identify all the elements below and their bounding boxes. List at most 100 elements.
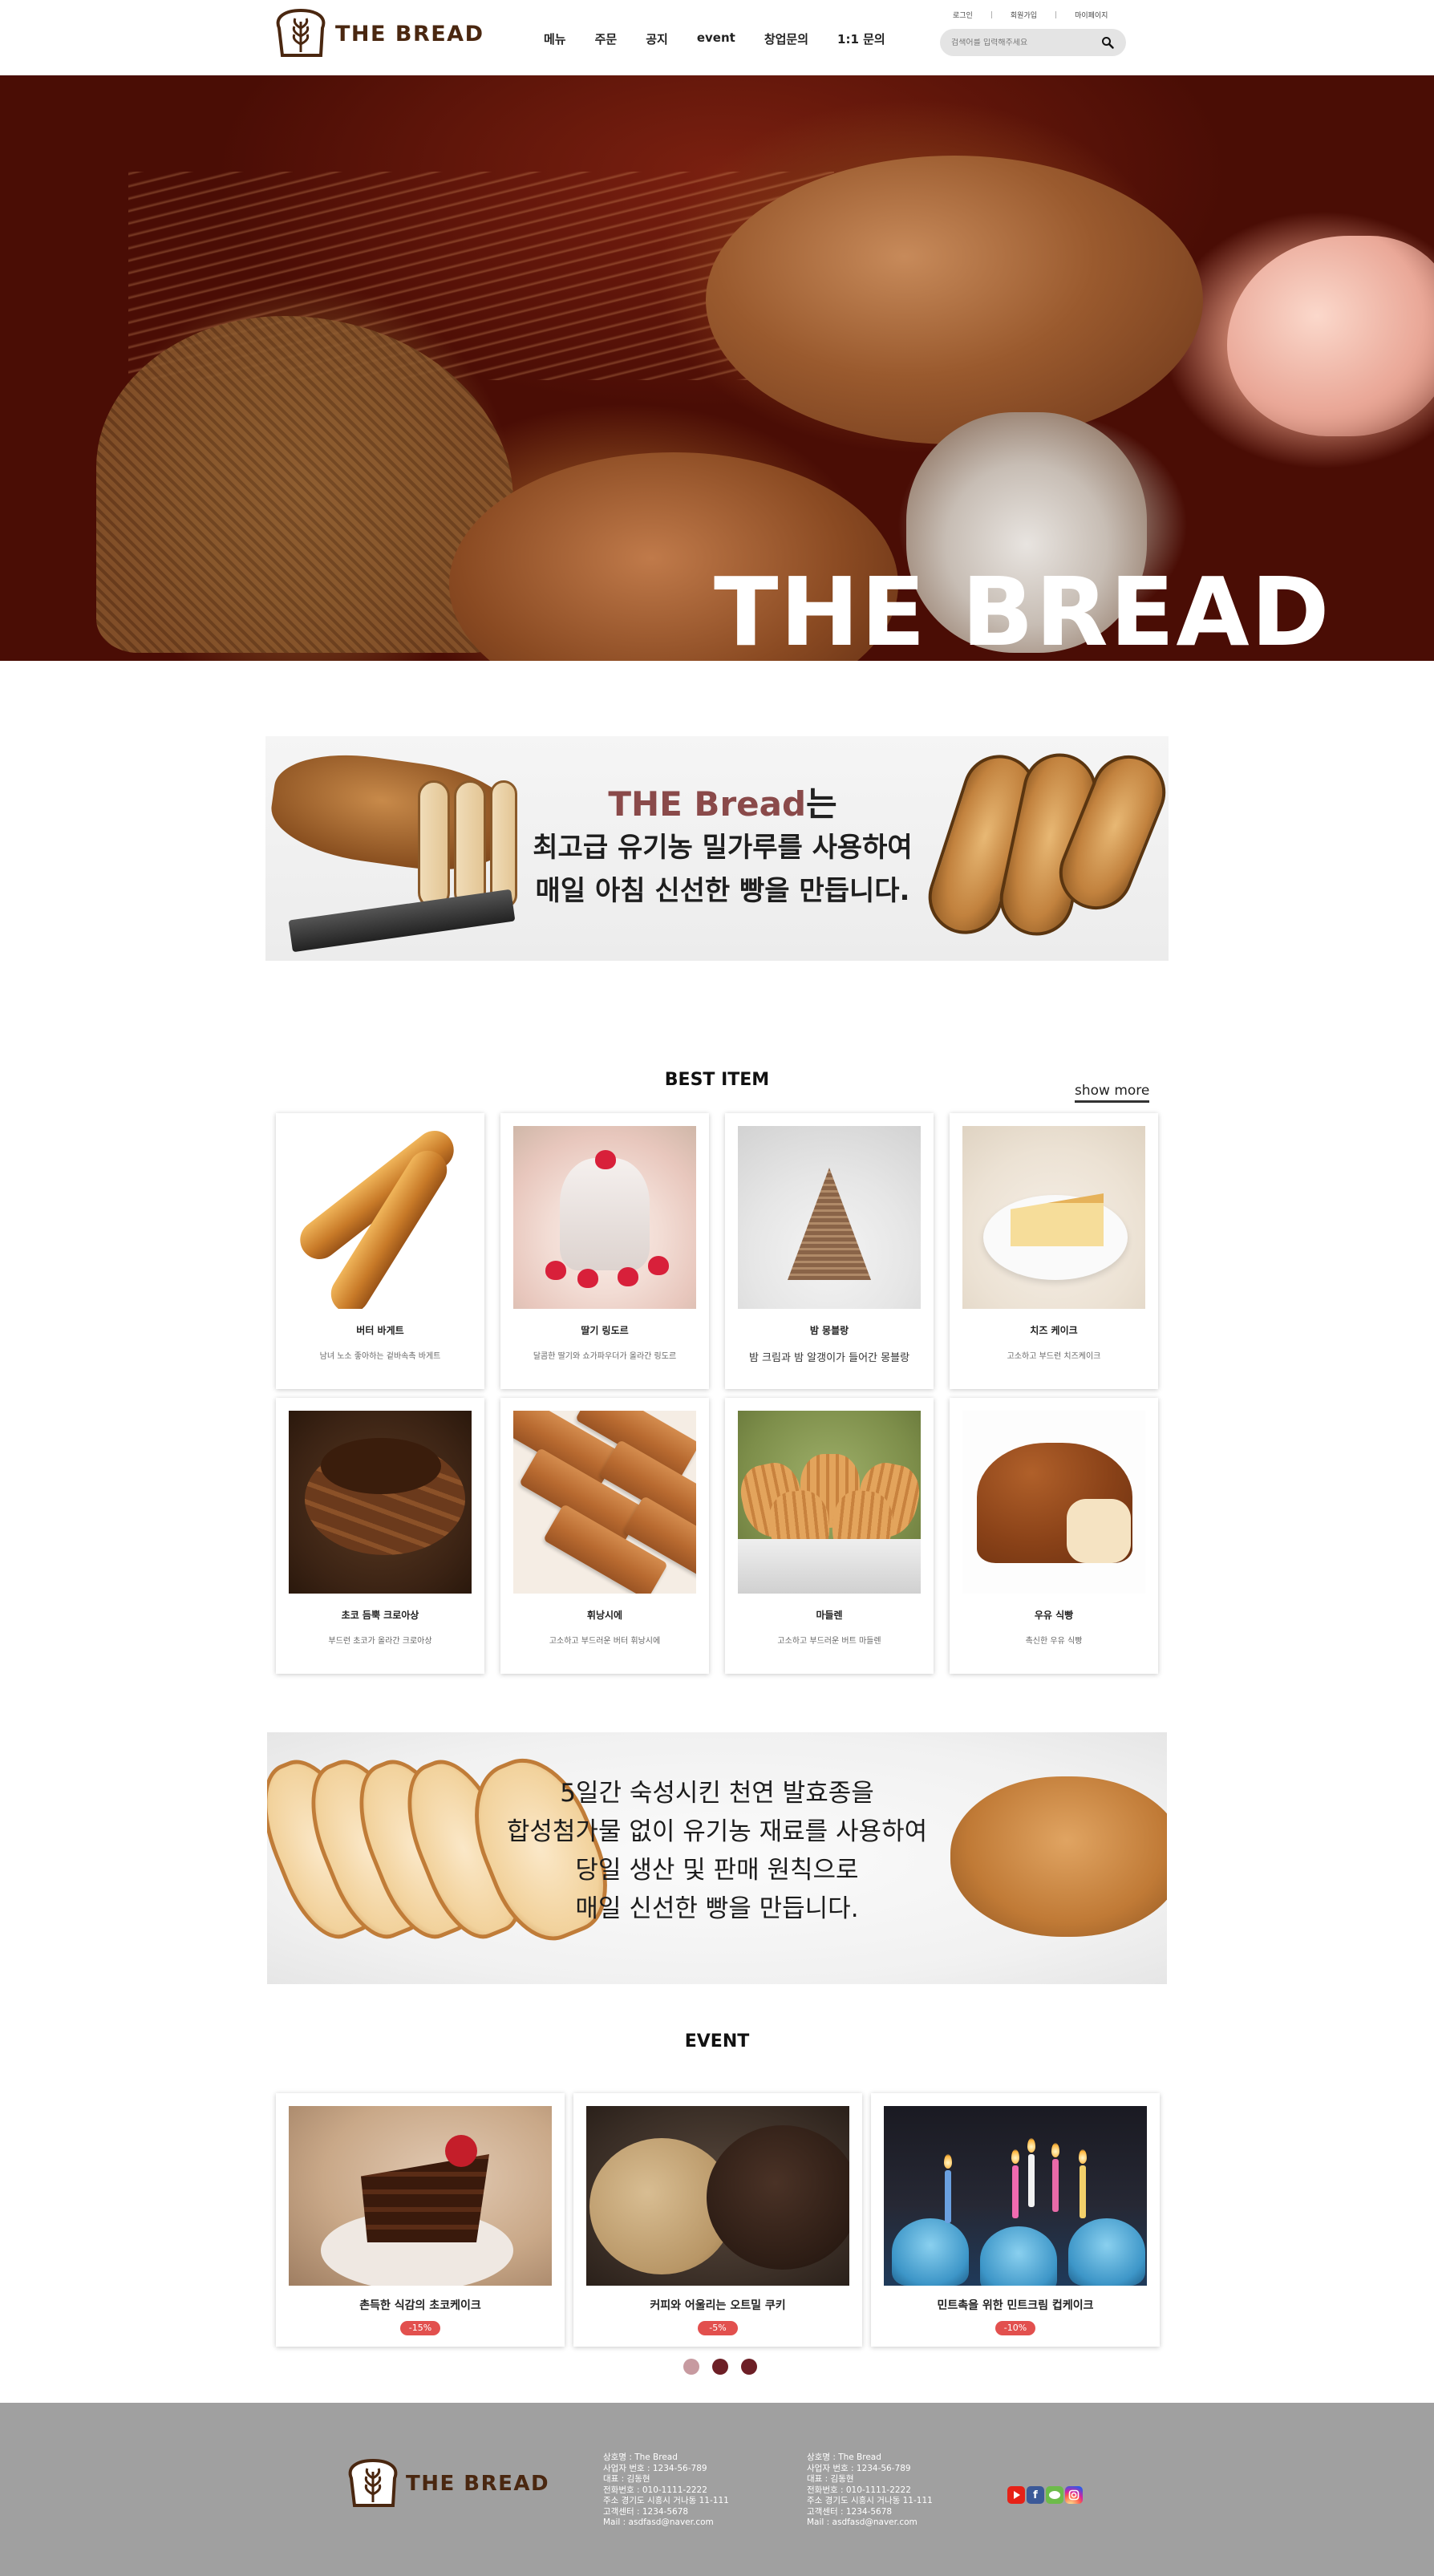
pagination-dot[interactable]	[741, 2359, 757, 2375]
event-name: 커피와 어울리는 오트밀 쿠키	[650, 2299, 786, 2312]
product-image-milk-bread	[962, 1411, 1145, 1594]
footer-info-line: 상호명 : The Bread	[807, 2452, 881, 2462]
divider: |	[1055, 10, 1058, 19]
product-image-madeleine	[738, 1411, 921, 1594]
event-title: EVENT	[684, 2031, 750, 2051]
product-card[interactable]: 버터 바게트 남녀 노소 좋아하는 겉바속촉 바게트	[276, 1113, 484, 1389]
product-card[interactable]: 휘낭시에 고소하고 부드러운 버터 휘낭시에	[500, 1398, 709, 1674]
banner-headline: THE Bread는	[530, 783, 915, 826]
divider: |	[990, 10, 993, 19]
event-name: 촌득한 식감의 초코케이크	[359, 2299, 481, 2312]
footer-info-line: 사업자 번호 : 1234-56-789	[807, 2463, 911, 2473]
nav-item-menu[interactable]: 메뉴	[529, 30, 581, 47]
banner-knife-image	[288, 889, 516, 953]
sns-links: f	[1007, 2486, 1083, 2504]
hero-bread-image	[706, 156, 1203, 444]
event-card[interactable]: 민트촉을 위한 민트크림 컵케이크 -10%	[871, 2093, 1160, 2347]
event-image-mint-cupcake	[884, 2106, 1147, 2286]
logo[interactable]: THE BREAD	[273, 8, 484, 59]
product-name: 딸기 링도르	[581, 1325, 629, 1336]
product-image-strawberry-cake	[513, 1126, 696, 1309]
banner-line: 매일 아침 신선한 빵을 만듭니다.	[535, 875, 910, 907]
pagination-dot[interactable]	[712, 2359, 728, 2375]
show-more-link[interactable]: show more	[1075, 1083, 1150, 1103]
event-image-oatmeal-cookie	[586, 2106, 849, 2286]
product-desc: 남녀 노소 좋아하는 겉바속촉 바게트	[319, 1352, 441, 1361]
banner-line: 당일 생산 및 판매 원칙으로	[575, 1856, 859, 1885]
product-card[interactable]: 딸기 링도르 달콤한 딸기와 쇼가파우더가 올라간 링도르	[500, 1113, 709, 1389]
product-desc: 밤 크림과 밤 알갱이가 들어간 몽블랑	[748, 1352, 910, 1364]
product-name: 우유 식빵	[1034, 1610, 1074, 1621]
search-bar	[940, 29, 1126, 56]
login-link[interactable]: 로그인	[953, 10, 973, 20]
banner-text: THE Bread는 최고급 유기농 밀가루를 사용하여 매일 아침 신선한 빵…	[530, 783, 915, 913]
product-image-montblanc	[738, 1126, 921, 1309]
search-input[interactable]	[951, 38, 1096, 47]
product-image-financier	[513, 1411, 696, 1594]
product-card[interactable]: 초코 듬뿍 크로아상 부드런 초코가 올라간 크로아상	[276, 1398, 484, 1674]
promo-banner-organic-flour: THE Bread는 최고급 유기농 밀가루를 사용하여 매일 아침 신선한 빵…	[265, 736, 1169, 961]
hero-title: THE BREAD	[714, 557, 1331, 661]
product-card[interactable]: 마들렌 고소하고 부드러운 버트 마들렌	[725, 1398, 934, 1674]
banner-brand-name: THE Bread	[608, 784, 807, 824]
mypage-link[interactable]: 마이페이지	[1075, 10, 1108, 20]
pagination-dot[interactable]	[683, 2359, 699, 2375]
signup-link[interactable]: 회원가입	[1011, 10, 1037, 20]
product-desc: 부드런 초코가 올라간 크로아상	[328, 1637, 432, 1646]
event-card[interactable]: 커피와 어울리는 오트밀 쿠키 -5%	[573, 2093, 862, 2347]
footer-info-line: Mail : asdfasd@naver.com	[807, 2517, 918, 2527]
product-card[interactable]: 우유 식빵 촉신한 우유 식빵	[950, 1398, 1158, 1674]
nav-item-franchise-inquiry[interactable]: 창업문의	[750, 30, 823, 47]
youtube-icon[interactable]	[1007, 2486, 1025, 2504]
banner-bread-slice-image	[454, 780, 486, 909]
banner-line: 매일 신선한 빵을 만듭니다.	[575, 1894, 859, 1923]
footer-info-line: 주소 경기도 시흥시 거나동 11-111	[807, 2496, 933, 2505]
kakaotalk-icon[interactable]	[1046, 2486, 1063, 2504]
nav-item-event[interactable]: event	[683, 30, 750, 47]
event-image-chocolate-cake	[289, 2106, 552, 2286]
site-header: THE BREAD 메뉴 주문 공지 event 창업문의 1:1 문의 로그인…	[0, 0, 1434, 75]
product-name: 밤 몽블랑	[809, 1325, 849, 1336]
product-card[interactable]: 밤 몽블랑 밤 크림과 밤 알갱이가 들어간 몽블랑	[725, 1113, 934, 1389]
footer-info-line: 대표 : 김동현	[807, 2474, 854, 2484]
facebook-icon[interactable]: f	[1027, 2486, 1044, 2504]
footer-info-line: 대표 : 김동현	[603, 2474, 650, 2484]
footer-info-line: 전화번호 : 010-1111-2222	[603, 2485, 707, 2495]
nav-item-order[interactable]: 주문	[581, 30, 632, 47]
footer-logo[interactable]: THE BREAD	[345, 2459, 549, 2509]
product-desc: 고소하고 부드런 치즈케이크	[1007, 1352, 1101, 1361]
product-name: 휘낭시에	[586, 1610, 623, 1621]
banner-bread-slice-image	[418, 780, 450, 909]
hero-banner: THE BREAD	[0, 75, 1434, 661]
main-nav: 메뉴 주문 공지 event 창업문의 1:1 문의	[529, 30, 900, 47]
footer-info-line: 상호명 : The Bread	[603, 2452, 678, 2462]
search-icon[interactable]	[1099, 34, 1116, 51]
product-image-cheesecake	[962, 1126, 1145, 1309]
discount-badge: -5%	[698, 2321, 738, 2335]
promo-banner-natural-yeast: 5일간 숙성시킨 천연 발효종을 합성첨가물 없이 유기농 재료를 사용하여 당…	[267, 1732, 1167, 1984]
nav-item-notice[interactable]: 공지	[631, 30, 683, 47]
footer-logo-text: THE BREAD	[406, 2472, 550, 2496]
footer-info-line: 전화번호 : 010-1111-2222	[807, 2485, 911, 2495]
logo-text: THE BREAD	[335, 21, 484, 47]
best-item-title: BEST ITEM	[664, 1070, 770, 1090]
bread-logo-icon	[348, 2459, 398, 2507]
nav-item-one-on-one-inquiry[interactable]: 1:1 문의	[823, 30, 900, 47]
product-card[interactable]: 치즈 케이크 고소하고 부드런 치즈케이크	[950, 1113, 1158, 1389]
product-image-croissant	[289, 1411, 472, 1594]
bread-logo-icon	[276, 9, 326, 57]
instagram-icon[interactable]	[1065, 2486, 1083, 2504]
event-card[interactable]: 촌득한 식감의 초코케이크 -15%	[276, 2093, 565, 2347]
site-footer: THE BREAD 상호명 : The Bread 사업자 번호 : 1234-…	[0, 2403, 1434, 2576]
banner-brand-suffix: 는	[806, 784, 837, 824]
utility-menu: 로그인 | 회원가입 | 마이페이지	[953, 10, 1108, 21]
product-name: 치즈 케이크	[1030, 1325, 1078, 1336]
product-name: 초코 듬뿍 크로아상	[341, 1610, 419, 1621]
discount-badge: -10%	[995, 2321, 1035, 2335]
hero-decoration-image	[1227, 236, 1434, 436]
footer-info-line: 주소 경기도 시흥시 거나동 11-111	[603, 2496, 729, 2505]
product-desc: 고소하고 부드러운 버트 마들렌	[777, 1637, 881, 1646]
footer-info-line: 사업자 번호 : 1234-56-789	[603, 2463, 707, 2473]
product-name: 마들렌	[816, 1610, 843, 1621]
discount-badge: -15%	[400, 2321, 440, 2335]
